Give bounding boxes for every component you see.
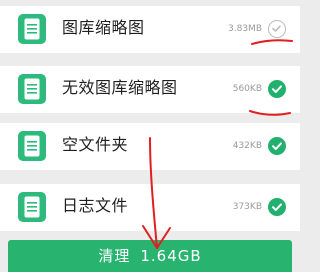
item-size: 373KB	[232, 202, 262, 212]
item-size: 560KB	[232, 84, 262, 94]
list-item-gallery-thumbnails[interactable]: 图库缩略图 3.83MB	[0, 6, 300, 53]
item-title: 无效图库缩略图	[62, 78, 178, 97]
checkmark-icon[interactable]	[268, 80, 286, 98]
unchecked-circle-icon[interactable]	[268, 20, 286, 38]
document-icon	[18, 192, 46, 222]
item-size: 432KB	[232, 141, 262, 151]
document-icon	[18, 14, 46, 44]
checkmark-icon[interactable]	[268, 198, 286, 216]
clean-button-label: 清理	[98, 247, 131, 265]
checkmark-icon[interactable]	[268, 137, 286, 155]
document-icon	[18, 131, 46, 161]
clean-button-amount: 1.64GB	[140, 247, 202, 265]
item-size: 3.83MB	[228, 24, 262, 34]
list-item-invalid-thumbnails[interactable]: 无效图库缩略图 560KB	[0, 66, 300, 113]
list-item-empty-folders[interactable]: 空文件夹 432KB	[0, 123, 300, 170]
item-title: 空文件夹	[62, 135, 129, 154]
list-item-log-files[interactable]: 日志文件 373KB	[0, 184, 300, 231]
clean-button[interactable]: 清理 1.64GB	[8, 240, 292, 272]
item-title: 图库缩略图	[62, 18, 145, 37]
document-icon	[18, 74, 46, 104]
item-title: 日志文件	[62, 196, 129, 215]
